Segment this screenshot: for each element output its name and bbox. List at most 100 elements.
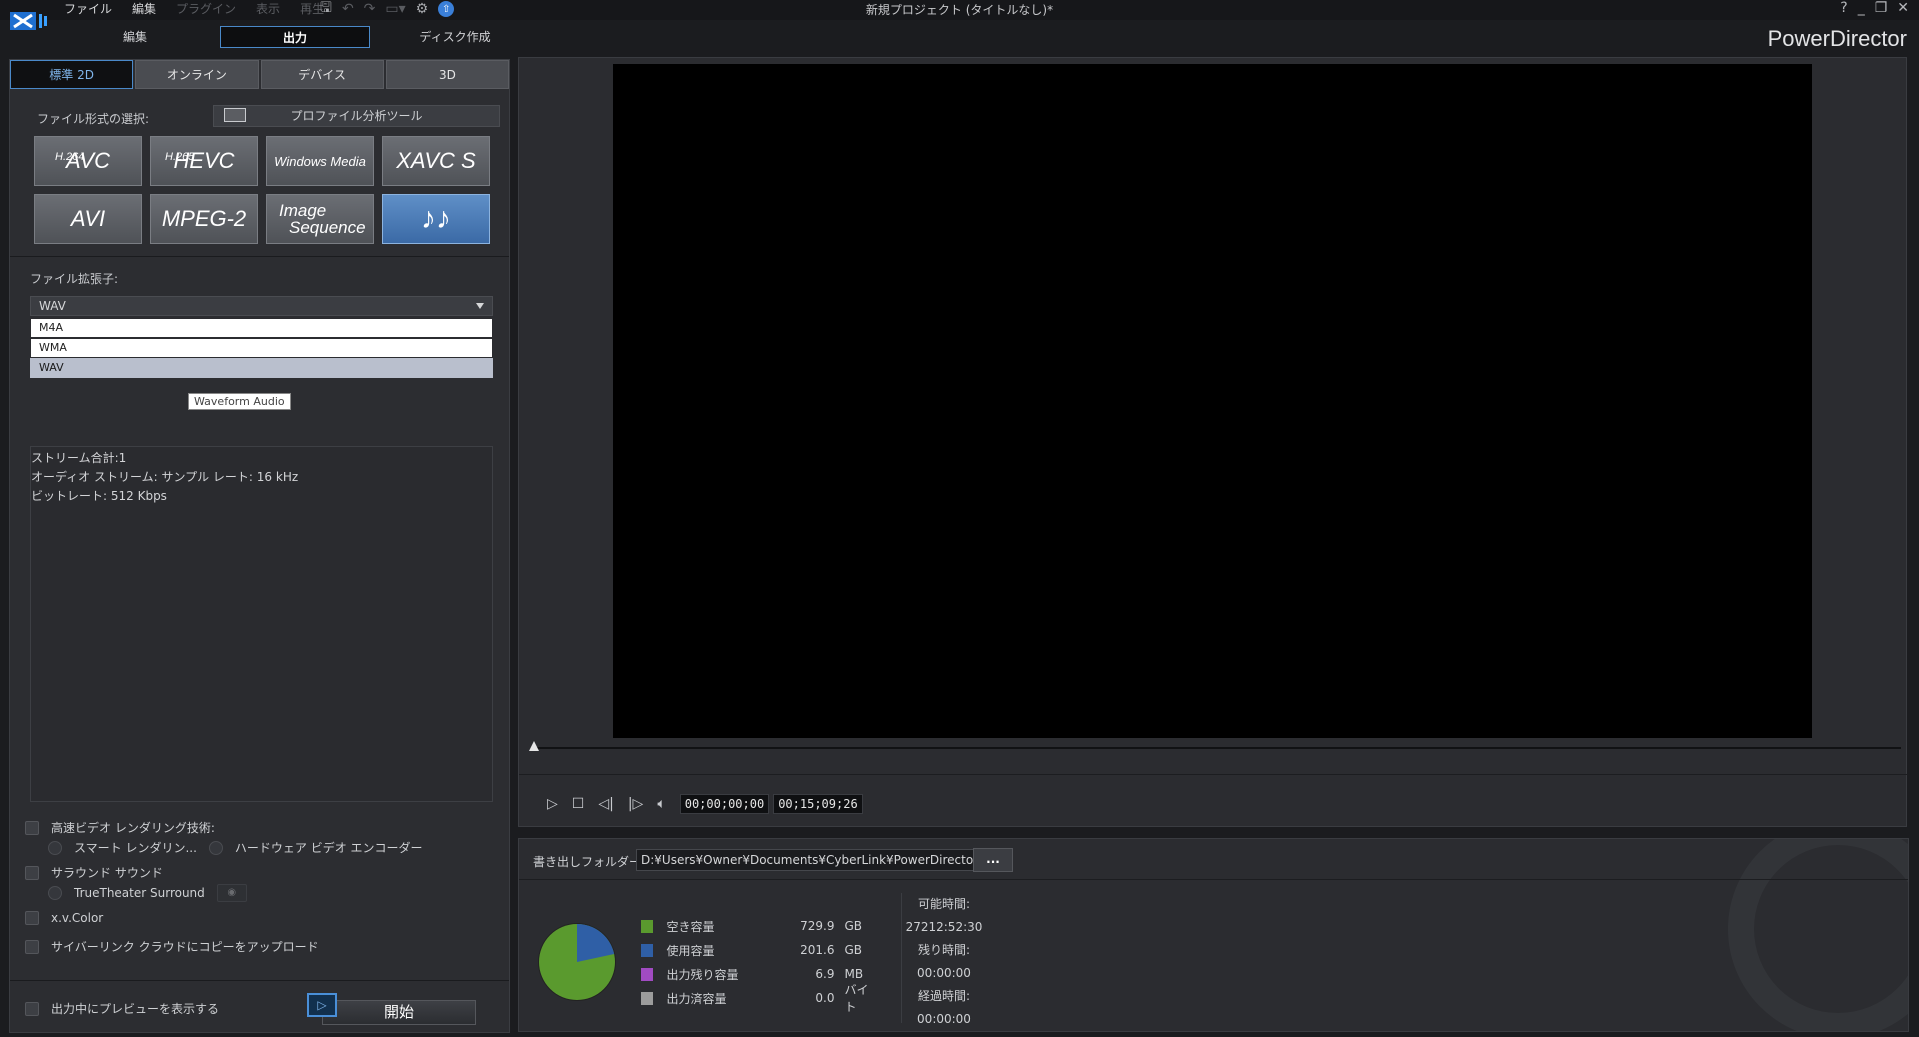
format-name: XAVC S	[396, 148, 476, 173]
close-icon[interactable]: ✕	[1897, 0, 1909, 16]
xvcolor-label: x.v.Color	[51, 911, 104, 925]
tab-3d[interactable]: 3D	[385, 60, 509, 89]
storage-legend: 空き容量 729.9 GB 使用容量 201.6 GB 出力残り容量 6.9 M…	[641, 914, 871, 1014]
preview-during-label: 出力中にプレビューを表示する	[51, 1002, 220, 1016]
time-info: 可能時間: 27212:52:30 残り時間: 00:00:00 経過時間: 0…	[904, 893, 984, 1031]
legend-row: 使用容量 201.6 GB	[641, 938, 871, 962]
elapsed-time-label: 経過時間:	[917, 989, 971, 1003]
volume-icon[interactable]: 🔈︎	[657, 796, 665, 812]
next-frame-icon[interactable]: |▷	[628, 796, 643, 812]
truetheater-radio[interactable]	[48, 886, 62, 900]
format-sup: H.265	[165, 151, 195, 163]
format-name-line2: Sequence	[289, 218, 366, 237]
xvcolor-option: x.v.Color	[25, 911, 103, 925]
format-xavc-s-button[interactable]: XAVC S	[382, 136, 490, 186]
mode-disc[interactable]: ディスク作成	[380, 26, 530, 48]
output-done-swatch	[641, 991, 653, 1005]
hw-encoder-radio[interactable]	[208, 840, 223, 855]
stop-icon[interactable]: ☐	[572, 796, 585, 812]
format-name: Windows Media	[274, 153, 366, 169]
stream-total: ストリーム合計:1	[31, 451, 127, 465]
play-icon[interactable]: ▷	[547, 796, 558, 812]
format-grid: H.264 AVC H.265 HEVC Windows Media XAVC …	[34, 136, 490, 244]
tab-online[interactable]: オンライン	[135, 60, 259, 89]
format-h265-hevc-button[interactable]: H.265 HEVC	[150, 136, 258, 186]
format-name: Image	[279, 201, 327, 220]
preview-during-checkbox[interactable]	[25, 1001, 39, 1016]
format-mpeg2-button[interactable]: MPEG-2	[150, 194, 258, 244]
tab-standard-2d[interactable]: 標準 2D	[10, 60, 134, 89]
browse-folder-button[interactable]: ...	[973, 848, 1013, 872]
output-folder-input[interactable]: D:¥Users¥Owner¥Documents¥CyberLink¥Power…	[636, 849, 974, 871]
cloud-upload-option: サイバーリンク クラウドにコピーをアップロード	[25, 938, 319, 955]
fast-render-label: 高速ビデオ レンダリング技術:	[51, 821, 215, 835]
start-button[interactable]: ▷ 開始	[307, 993, 476, 1025]
fast-render-checkbox[interactable]	[25, 820, 39, 835]
legend-unit: GB	[844, 919, 863, 933]
legend-value: 0.0	[815, 991, 835, 1005]
legend-value: 201.6	[800, 943, 835, 957]
format-name: MPEG-2	[161, 206, 247, 231]
legend-unit: GB	[844, 943, 863, 957]
bitrate-info: ビットレート: 512 Kbps	[31, 489, 167, 503]
divider	[10, 980, 509, 981]
title-bar: ファイル 編集 プラグイン 表示 再生 🖫 ↶ ↷ ▭▾ ⚙ ⇧ 新規プロジェク…	[0, 0, 1919, 30]
possible-time-value: 27212:52:30	[905, 920, 983, 934]
free-space-swatch	[641, 919, 653, 933]
smart-render-radio[interactable]	[48, 840, 62, 855]
previous-frame-icon[interactable]: ◁|	[598, 796, 613, 812]
preview-panel: ▷ ☐ ◁| |▷ 🔈︎ 00;00;00;00 00;15;09;26	[518, 57, 1908, 827]
brand-label: PowerDirector	[1767, 26, 1907, 51]
divider	[519, 774, 1908, 775]
timeline-scrubber[interactable]	[531, 747, 1901, 749]
start-label: 開始	[383, 1003, 414, 1021]
mode-edit[interactable]: 編集	[60, 26, 210, 48]
extension-option-wma[interactable]: WMA	[30, 338, 493, 358]
legend-row: 出力済容量 0.0 バイト	[641, 983, 871, 1014]
legend-row: 空き容量 729.9 GB	[641, 914, 871, 938]
extension-select[interactable]: WAV	[30, 296, 493, 316]
xvcolor-checkbox[interactable]	[25, 911, 39, 925]
format-avi-button[interactable]: AVI	[34, 194, 142, 244]
duration-timecode: 00;15;09;26	[773, 794, 863, 814]
extension-selected-value: WAV	[39, 299, 66, 313]
format-name: AVI	[70, 206, 106, 231]
tab-device[interactable]: デバイス	[260, 60, 384, 89]
preview-during-option: 出力中にプレビューを表示する	[25, 1000, 219, 1017]
format-windows-media-button[interactable]: Windows Media	[266, 136, 374, 186]
help-icon[interactable]: ?	[1840, 0, 1847, 16]
extension-option-wav[interactable]: WAV	[30, 358, 493, 378]
cloud-upload-checkbox[interactable]	[25, 939, 39, 954]
truetheater-label: TrueTheater Surround	[74, 886, 205, 900]
output-remaining-swatch	[641, 967, 653, 981]
format-select-label: ファイル形式の選択:	[37, 112, 150, 126]
surround-checkbox[interactable]	[25, 865, 39, 880]
mode-tabs: 編集 出力 ディスク作成	[60, 26, 540, 48]
chevron-down-icon	[476, 303, 484, 309]
legend-name: 出力残り容量	[666, 967, 739, 982]
mode-produce[interactable]: 出力	[220, 26, 370, 48]
profile-analyzer-icon	[224, 108, 246, 122]
format-audio-button[interactable]: ♪♪	[382, 194, 490, 244]
format-sup: H.264	[55, 151, 85, 163]
format-image-sequence-button[interactable]: Image Sequence	[266, 194, 374, 244]
preview-screen	[613, 64, 1812, 738]
divider	[901, 893, 902, 1023]
extension-option-m4a[interactable]: M4A	[30, 318, 493, 338]
minimize-icon[interactable]: _	[1858, 0, 1865, 16]
legend-name: 出力済容量	[666, 991, 727, 1006]
decorative-watermark	[1728, 839, 1908, 1031]
format-h264-avc-button[interactable]: H.264 AVC	[34, 136, 142, 186]
possible-time-label: 可能時間:	[917, 897, 971, 911]
legend-name: 空き容量	[666, 919, 715, 934]
produce-start-icon: ▷	[307, 993, 337, 1017]
profile-analyzer-button[interactable]: プロファイル分析ツール	[213, 105, 500, 127]
truetheater-settings-icon[interactable]: ◉	[216, 884, 247, 902]
restore-icon[interactable]: ❐	[1875, 0, 1888, 16]
hw-encoder-label: ハードウェア ビデオ エンコーダー	[234, 841, 423, 855]
legend-unit: バイト	[844, 983, 869, 1014]
scrubber-handle-icon[interactable]	[529, 741, 539, 751]
surround-option: サラウンド サウンド	[25, 864, 163, 881]
legend-value: 6.9	[815, 967, 835, 981]
profile-tabs: 標準 2D オンライン デバイス 3D	[10, 60, 509, 89]
